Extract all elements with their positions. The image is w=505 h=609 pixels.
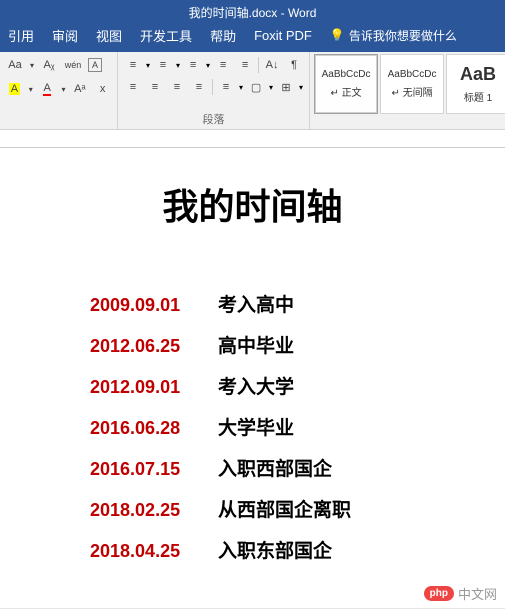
ribbon-group-font: Aa ▾ Aᵪ wén A A ▾ A ▾ Aᵃ x [0, 52, 118, 129]
font-color-button[interactable]: A [39, 80, 56, 98]
style-normal[interactable]: AaBbCcDc ↵ 正文 [314, 54, 378, 114]
timeline-row: 2012.06.25 高中毕业 [30, 331, 475, 358]
increase-indent-button[interactable]: ≡ [236, 56, 254, 74]
tab-references[interactable]: 引用 [8, 26, 34, 45]
tab-help[interactable]: 帮助 [210, 26, 236, 45]
window-title: 我的时间轴.docx - Word [189, 6, 317, 20]
timeline-text: 从西部国企离职 [218, 495, 351, 522]
style-preview: AaB [460, 64, 496, 85]
strike-button[interactable]: x [94, 80, 111, 98]
tell-me-label: 告诉我你想要做什么 [349, 27, 457, 44]
watermark-badge: php [424, 586, 454, 601]
timeline-date: 2018.04.25 [90, 541, 200, 562]
ribbon-group-paragraph: ≡▾ ≡▾ ≡▾ ≡ ≡ A↓ ¶ ≡ ≡ ≡ ≡ ≡▾ ▢▾ ⊞▾ 段落 [118, 52, 310, 129]
paragraph-group-label: 段落 [124, 111, 303, 127]
multilevel-button[interactable]: ≡ [184, 56, 202, 74]
ribbon-tabs: 引用 审阅 视图 开发工具 帮助 Foxit PDF 💡 告诉我你想要做什么 [0, 24, 505, 52]
timeline-date: 2016.06.28 [90, 418, 200, 439]
ribbon-content: Aa ▾ Aᵪ wén A A ▾ A ▾ Aᵃ x ≡ ▾ ≡ ▾ ≡ ▾ ≡ [0, 52, 505, 130]
ribbon-group-styles: AaBbCcDc ↵ 正文 AaBbCcDc ↵ 无间隔 AaB 标题 1 [310, 52, 505, 129]
borders-button[interactable]: ⊞ [277, 78, 295, 96]
timeline-text: 高中毕业 [218, 331, 294, 358]
align-left-button[interactable]: ≡ [124, 78, 142, 96]
tab-developer[interactable]: 开发工具 [140, 26, 192, 45]
style-label: ↵ 正文 [330, 84, 361, 99]
timeline-row: 2009.09.01 考入高中 [30, 290, 475, 317]
timeline-row: 2012.09.01 考入大学 [30, 372, 475, 399]
sort-button[interactable]: A↓ [263, 56, 281, 74]
watermark: php 中文网 [424, 584, 497, 603]
timeline-text: 考入大学 [218, 372, 294, 399]
tab-foxit-pdf[interactable]: Foxit PDF [254, 28, 312, 43]
style-preview: AaBbCcDc [322, 69, 371, 80]
style-label: ↵ 无间隔 [391, 84, 432, 99]
timeline-date: 2009.09.01 [90, 295, 200, 316]
separator [258, 57, 259, 73]
style-no-spacing[interactable]: AaBbCcDc ↵ 无间隔 [380, 54, 444, 114]
tell-me-search[interactable]: 💡 告诉我你想要做什么 [330, 27, 457, 44]
ruler[interactable] [0, 130, 505, 148]
timeline-date: 2012.09.01 [90, 377, 200, 398]
timeline-text: 考入高中 [218, 290, 294, 317]
text-effects-button[interactable]: Aa [6, 56, 24, 74]
lightbulb-icon: 💡 [330, 28, 345, 42]
document-title: 我的时间轴 [30, 178, 475, 230]
tab-view[interactable]: 视图 [96, 26, 122, 45]
timeline-date: 2018.02.25 [90, 500, 200, 521]
watermark-text: 中文网 [458, 584, 497, 603]
timeline-row: 2018.04.25 入职东部国企 [30, 536, 475, 563]
style-label: 标题 1 [464, 89, 492, 104]
timeline-date: 2012.06.25 [90, 336, 200, 357]
window-title-bar: 我的时间轴.docx - Word [0, 0, 505, 24]
shading-button[interactable]: ▢ [247, 78, 265, 96]
line-spacing-button[interactable]: ≡ [217, 78, 235, 96]
timeline-text: 大学毕业 [218, 413, 294, 440]
timeline-text: 入职东部国企 [218, 536, 332, 563]
timeline-date: 2016.07.15 [90, 459, 200, 480]
timeline-row: 2016.07.15 入职西部国企 [30, 454, 475, 481]
show-marks-button[interactable]: ¶ [285, 56, 303, 74]
style-heading-1[interactable]: AaB 标题 1 [446, 54, 505, 114]
tab-review[interactable]: 审阅 [52, 26, 78, 45]
clear-formatting-button[interactable]: Aᵪ [40, 56, 58, 74]
timeline-row: 2018.02.25 从西部国企离职 [30, 495, 475, 522]
chevron-down-icon: ▾ [61, 85, 65, 94]
numbering-button[interactable]: ≡ [154, 56, 172, 74]
align-center-button[interactable]: ≡ [146, 78, 164, 96]
highlight-button[interactable]: A [6, 80, 23, 98]
timeline-row: 2016.06.28 大学毕业 [30, 413, 475, 440]
timeline-list: 2009.09.01 考入高中 2012.06.25 高中毕业 2012.09.01 考入… [30, 290, 475, 563]
timeline-text: 入职西部国企 [218, 454, 332, 481]
document-page[interactable]: 我的时间轴 2009.09.01考入高中2012.06.25高中毕业2012.0… [0, 148, 505, 608]
char-border-button[interactable]: A [88, 58, 102, 72]
bullets-button[interactable]: ≡ [124, 56, 142, 74]
phonetic-guide-button[interactable]: wén [64, 56, 82, 74]
chevron-down-icon: ▾ [30, 61, 34, 70]
chevron-down-icon: ▾ [29, 85, 33, 94]
change-case-button[interactable]: Aᵃ [72, 80, 89, 98]
separator [212, 79, 213, 95]
align-right-button[interactable]: ≡ [168, 78, 186, 96]
decrease-indent-button[interactable]: ≡ [214, 56, 232, 74]
align-justify-button[interactable]: ≡ [190, 78, 208, 96]
style-preview: AaBbCcDc [388, 69, 437, 80]
